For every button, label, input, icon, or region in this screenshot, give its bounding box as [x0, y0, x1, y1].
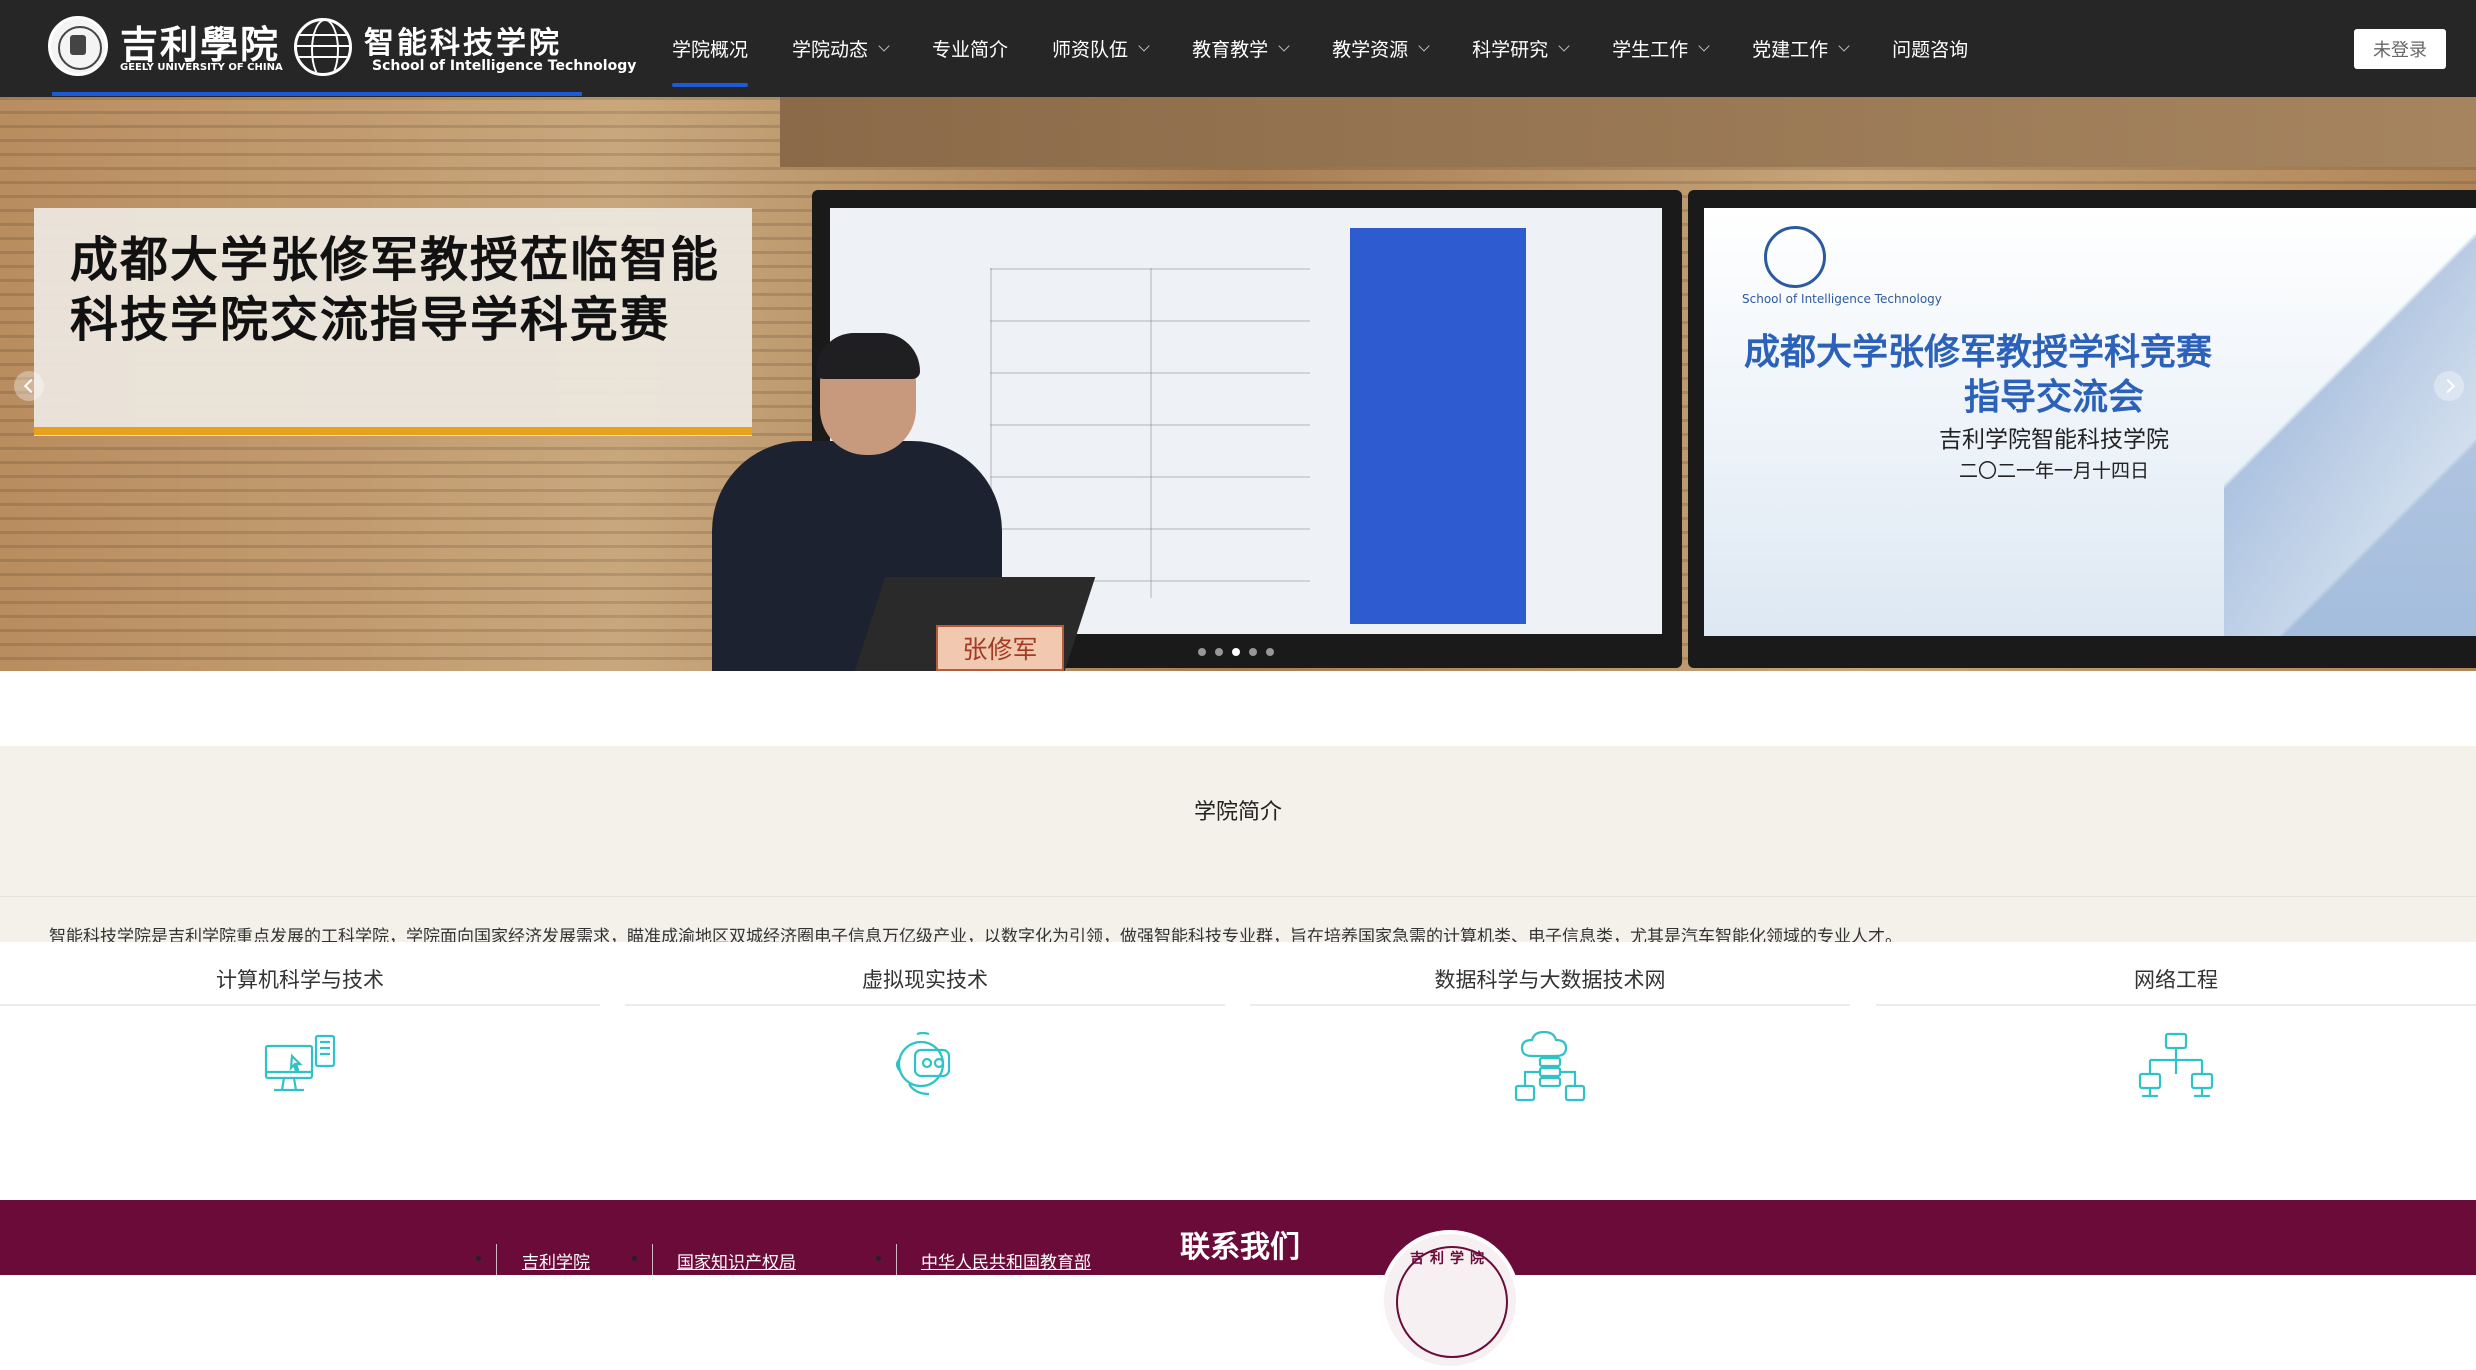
- slide-organizer: 吉利学院智能科技学院: [1939, 427, 2169, 453]
- bullet-icon: [632, 1256, 637, 1261]
- nav-label: 学生工作: [1612, 39, 1689, 61]
- nav-item-faculty[interactable]: 师资队伍: [1030, 0, 1170, 97]
- nav-item-students[interactable]: 学生工作: [1590, 0, 1730, 97]
- slide-dot[interactable]: [1215, 648, 1223, 656]
- bullet-icon: [876, 1256, 881, 1261]
- chevron-down-icon: [1138, 40, 1150, 52]
- banner-caption: 成都大学张修军教授莅临智能科技学院交流指导学科竞赛: [70, 232, 721, 348]
- banner-wall: [780, 97, 2476, 167]
- nav-label: 教育教学: [1192, 39, 1269, 61]
- chevron-down-icon: [1418, 40, 1430, 52]
- nav-item-consult[interactable]: 问题咨询: [1870, 0, 1990, 97]
- divider: [1250, 1004, 1850, 1006]
- banner-caption-accent: [34, 427, 752, 435]
- login-button[interactable]: 未登录: [2354, 29, 2446, 69]
- nav-item-party[interactable]: 党建工作: [1730, 0, 1870, 97]
- intro-section: 学院简介 智能科技学院是吉利学院重点发展的工科学院，学院面向国家经济发展需求，瞄…: [0, 746, 2476, 947]
- vr-headset-icon: [895, 1031, 951, 1096]
- nav-item-resources[interactable]: 教学资源: [1310, 0, 1450, 97]
- university-name: 吉利學院: [120, 22, 281, 67]
- chevron-down-icon: [1838, 40, 1850, 52]
- footer: 吉利学院 国家知识产权局 中华人民共和国教育部 联系我们 吉利学院: [0, 1200, 2476, 1370]
- speaker-hair: [816, 333, 920, 379]
- section-title: 学院简介: [1193, 800, 1282, 825]
- nav-label: 学院动态: [792, 39, 869, 61]
- nav-label: 专业简介: [932, 39, 1009, 61]
- nav-label: 党建工作: [1752, 39, 1829, 61]
- nav-item-majors[interactable]: 专业简介: [910, 0, 1030, 97]
- nav-label: 学院概况: [672, 39, 749, 61]
- cloud-data-icon: [1514, 1030, 1586, 1102]
- nav-item-education[interactable]: 教育教学: [1170, 0, 1310, 97]
- slide-dot[interactable]: [1232, 648, 1240, 656]
- divider: [0, 896, 2476, 897]
- school-name-en: School of Intelligence Technology: [372, 58, 637, 74]
- banner-screen-right: School of Intelligence Technology 成都大学张修…: [1688, 190, 2476, 668]
- university-seal-icon: [48, 16, 108, 76]
- chevron-down-icon: [878, 40, 890, 52]
- nav-label: 问题咨询: [1892, 39, 1969, 61]
- major-title: 计算机科学与技术: [216, 968, 384, 992]
- nav-item-overview[interactable]: 学院概况: [650, 0, 770, 97]
- divider: [652, 1244, 653, 1275]
- nav-label: 教学资源: [1332, 39, 1409, 61]
- major-card-network[interactable]: 网络工程: [1876, 942, 2476, 1200]
- globe-icon: [1764, 226, 1826, 288]
- screen-profile-grid: [990, 268, 1310, 598]
- chevron-down-icon: [1278, 40, 1290, 52]
- nav-label: 师资队伍: [1052, 39, 1129, 61]
- school-name: 智能科技学院: [364, 26, 562, 61]
- slide-title-line2: 指导交流会: [1963, 377, 2144, 418]
- chevron-down-icon: [1558, 40, 1570, 52]
- globe-icon: [294, 18, 352, 76]
- nav-label: 科学研究: [1472, 39, 1549, 61]
- nav-item-research[interactable]: 科学研究: [1450, 0, 1590, 97]
- hero-banner[interactable]: School of Intelligence Technology 成都大学张修…: [0, 97, 2476, 671]
- divider: [0, 1004, 600, 1006]
- divider: [625, 1004, 1225, 1006]
- majors-section: 计算机科学与技术 虚拟现实技术 数据科学与大数据技术网 网络工程: [0, 942, 2476, 1200]
- computer-icon: [264, 1034, 336, 1092]
- prev-slide-arrow-icon[interactable]: [14, 371, 44, 401]
- major-card-cs[interactable]: 计算机科学与技术: [0, 942, 600, 1200]
- nav-item-news[interactable]: 学院动态: [770, 0, 910, 97]
- slide-date: 二〇二一年一月十四日: [1958, 460, 2149, 482]
- major-title: 网络工程: [2134, 968, 2218, 992]
- slide-dot[interactable]: [1266, 648, 1274, 656]
- banner-caption-box: 成都大学张修军教授莅临智能科技学院交流指导学科竞赛: [34, 208, 752, 436]
- footer-link-cnipa[interactable]: 国家知识产权局: [677, 1248, 796, 1273]
- screen-slide: School of Intelligence Technology 成都大学张修…: [1704, 208, 2476, 636]
- slide-indicators: [1198, 648, 1274, 656]
- footer-link-moe[interactable]: 中华人民共和国教育部: [921, 1248, 1091, 1273]
- slide-school-en: School of Intelligence Technology: [1742, 292, 1942, 306]
- next-slide-arrow-icon[interactable]: [2434, 371, 2464, 401]
- main-nav: 学院概况 学院动态 专业简介 师资队伍 教育教学 教学资源 科学研究 学生工作 …: [650, 0, 1990, 97]
- slide-dot[interactable]: [1249, 648, 1257, 656]
- contact-title: 联系我们: [1180, 1230, 1300, 1265]
- seal-text: 吉利学院: [1410, 1251, 1490, 1267]
- bullet-icon: [476, 1256, 481, 1261]
- logo-underline: [52, 92, 582, 96]
- footer-link-geely[interactable]: 吉利学院: [522, 1248, 590, 1273]
- divider: [896, 1244, 897, 1275]
- major-title: 数据科学与大数据技术网: [1434, 968, 1666, 992]
- slide-dot[interactable]: [1198, 648, 1206, 656]
- chevron-down-icon: [1698, 40, 1710, 52]
- network-icon: [2138, 1032, 2214, 1098]
- major-title: 虚拟现实技术: [862, 968, 988, 992]
- major-card-bigdata[interactable]: 数据科学与大数据技术网: [1250, 942, 1850, 1200]
- divider: [1876, 1004, 2476, 1006]
- divider: [496, 1244, 497, 1275]
- top-header: 吉利學院 GEELY UNIVERSITY OF CHINA 智能科技学院 Sc…: [0, 0, 2476, 97]
- logo[interactable]: 吉利學院 GEELY UNIVERSITY OF CHINA 智能科技学院 Sc…: [44, 12, 636, 82]
- major-card-vr[interactable]: 虚拟现实技术: [625, 942, 1225, 1200]
- speaker-nameplate: 张修军: [936, 625, 1064, 671]
- university-seal-icon: 吉利学院: [1380, 1230, 1520, 1370]
- university-name-en: GEELY UNIVERSITY OF CHINA: [120, 62, 283, 73]
- screen-sidebar: [1350, 228, 1526, 624]
